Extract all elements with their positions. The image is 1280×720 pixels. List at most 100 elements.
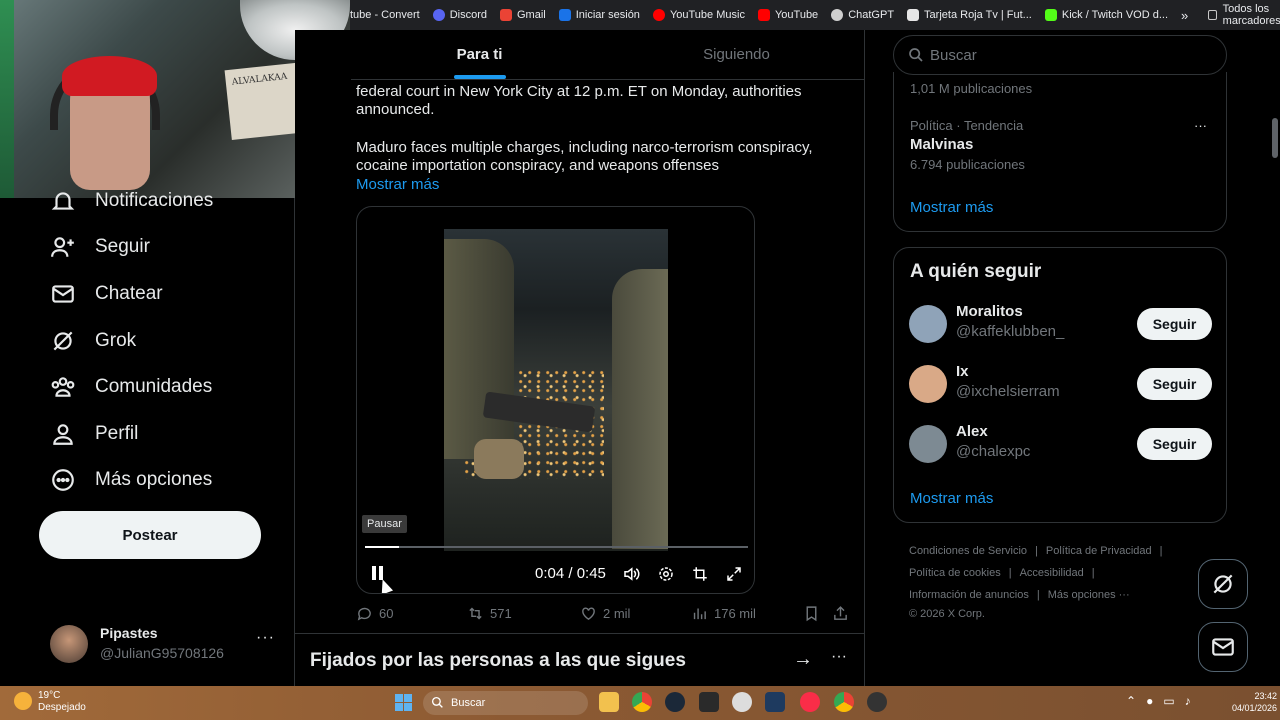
volume-icon[interactable]: ♪	[1185, 694, 1191, 708]
trend-count: 1,01 M publicaciones	[910, 81, 1033, 96]
video-player[interactable]: Pausar 0:04 / 0:45	[356, 206, 755, 594]
account-switcher[interactable]: Pipastes @JulianG95708126 ···	[50, 623, 290, 667]
clock-app-icon[interactable]	[732, 692, 752, 712]
trends-show-more[interactable]: Mostrar más	[910, 199, 993, 216]
nav-notificaciones[interactable]: Notificaciones	[50, 186, 213, 216]
reply-button[interactable]: 60	[356, 605, 393, 622]
post-button[interactable]: Postear	[39, 511, 261, 559]
weather-widget[interactable]: 19°C Despejado	[14, 690, 86, 714]
network-icon[interactable]: ▭	[1163, 694, 1174, 708]
nav-grok[interactable]: Grok	[50, 326, 136, 356]
footer-terms-link[interactable]: Condiciones de Servicio	[909, 545, 1027, 557]
post-text-line: federal court in New York City at 12 p.m…	[356, 83, 802, 100]
footer-more-link[interactable]: Más opciones ···	[1048, 589, 1130, 601]
bookmarks-overflow-button[interactable]: »	[1181, 8, 1188, 23]
steam-icon[interactable]	[665, 692, 685, 712]
arrow-right-icon[interactable]: →	[793, 648, 813, 671]
bookmark-youtube-music[interactable]: YouTube Music	[652, 9, 745, 21]
bookmarks-bar: tube - Convert Discord Gmail Iniciar ses…	[350, 0, 1280, 30]
follow-show-more[interactable]: Mostrar más	[910, 490, 993, 507]
post-text-line: cocaine importation conspiracy, and weap…	[356, 157, 719, 174]
bookmark-login[interactable]: Iniciar sesión	[558, 9, 640, 21]
kick-icon	[1044, 9, 1057, 21]
like-button[interactable]: 2 mil	[580, 605, 630, 622]
follow-suggestion[interactable]: Moralitos @kaffeklubben_ Seguir	[909, 303, 1214, 345]
nav-chatear[interactable]: Chatear	[50, 279, 163, 309]
bookmark-youtube[interactable]: YouTube	[757, 9, 818, 21]
follow-button[interactable]: Seguir	[1137, 368, 1212, 400]
pip-icon[interactable]	[691, 565, 709, 583]
chrome-icon[interactable]	[632, 692, 652, 712]
bookmark-icon[interactable]	[803, 605, 820, 622]
footer-copyright: © 2026 X Corp.	[909, 608, 985, 620]
epic-games-icon[interactable]	[699, 692, 719, 712]
follow-icon	[51, 237, 74, 257]
file-explorer-icon[interactable]	[599, 692, 619, 712]
trend-name[interactable]: Malvinas	[910, 136, 973, 153]
bookmark-convert[interactable]: tube - Convert	[350, 9, 420, 21]
system-clock[interactable]: 23:42 04/01/2026	[1232, 690, 1277, 714]
bookmark-chatgpt[interactable]: ChatGPT	[831, 9, 894, 21]
discord-icon	[432, 9, 445, 21]
nav-comunidades[interactable]: Comunidades	[50, 372, 212, 402]
footer-ads-link[interactable]: Información de anuncios	[909, 589, 1029, 601]
views-button[interactable]: 176 mil	[691, 605, 756, 622]
start-button[interactable]	[395, 694, 412, 711]
follow-suggestion[interactable]: Alex @chalexpc Seguir	[909, 423, 1214, 465]
footer-cookies-link[interactable]: Política de cookies	[909, 567, 1001, 579]
bookmark-discord[interactable]: Discord	[432, 9, 487, 21]
messages-float-button[interactable]	[1198, 622, 1248, 672]
media-player-icon[interactable]	[867, 692, 887, 712]
bookmark-tarjeta-roja[interactable]: Tarjeta Roja Tv | Fut...	[907, 9, 1032, 21]
follow-button[interactable]: Seguir	[1137, 308, 1212, 340]
pinned-more-icon[interactable]: ···	[831, 648, 847, 666]
chrome-profile-icon[interactable]	[834, 692, 854, 712]
gmail-icon	[500, 9, 512, 21]
search-input[interactable]: Buscar	[893, 35, 1227, 75]
heart-icon	[582, 607, 595, 621]
bookmark-kick[interactable]: Kick / Twitch VOD d...	[1044, 9, 1168, 21]
reply-icon	[357, 607, 371, 621]
follow-button[interactable]: Seguir	[1137, 428, 1212, 460]
post-actions: 60 571 2 mil 176 mil	[356, 605, 856, 625]
post-text-line: Maduro faces multiple charges, including…	[356, 139, 813, 156]
footer-accessibility-link[interactable]: Accesibilidad	[1020, 567, 1084, 579]
avatar	[909, 305, 947, 343]
repost-icon	[469, 607, 482, 620]
pinned-section: Fijados por las personas a las que sigue…	[295, 633, 864, 686]
fullscreen-icon[interactable]	[725, 565, 743, 583]
feed-tabs: Para ti Siguiendo	[351, 30, 864, 80]
app-icon[interactable]	[765, 692, 785, 712]
video-progress-bar[interactable]	[365, 546, 748, 548]
chevron-up-icon[interactable]: ⌃	[1126, 694, 1136, 708]
grok-float-button[interactable]	[1198, 559, 1248, 609]
video-progress-fill	[365, 546, 400, 548]
tab-para-ti[interactable]: Para ti	[351, 30, 608, 79]
share-icon[interactable]	[832, 605, 849, 622]
login-icon	[558, 9, 571, 21]
trend-more-icon[interactable]: ···	[1194, 118, 1207, 133]
settings-icon[interactable]	[657, 565, 675, 583]
follow-suggestion[interactable]: Ix @ixchelsierram Seguir	[909, 363, 1214, 405]
bookmark-gmail[interactable]: Gmail	[500, 9, 546, 21]
footer-privacy-link[interactable]: Política de Privacidad	[1046, 545, 1152, 557]
video-frame	[444, 229, 668, 551]
sun-icon	[14, 692, 32, 710]
all-bookmarks-button[interactable]: Todos los marcadores	[1208, 3, 1280, 27]
nav-perfil[interactable]: Perfil	[50, 419, 138, 449]
volume-icon[interactable]	[622, 565, 640, 583]
tab-siguiendo[interactable]: Siguiendo	[608, 30, 864, 79]
nav-seguir[interactable]: Seguir	[50, 232, 150, 262]
scrollbar-thumb[interactable]	[1272, 118, 1278, 158]
nav-mas-opciones[interactable]: Más opciones	[50, 465, 212, 495]
page-scrollbar[interactable]	[1270, 30, 1280, 686]
follow-title: A quién seguir	[910, 261, 1042, 282]
profile-icon	[53, 424, 73, 445]
microphone-icon[interactable]: ●	[1146, 694, 1153, 708]
repost-button[interactable]: 571	[467, 605, 512, 622]
show-more-link[interactable]: Mostrar más	[356, 176, 439, 193]
music-icon[interactable]	[800, 692, 820, 712]
account-more-icon[interactable]: ···	[256, 629, 275, 647]
taskbar-search[interactable]: Buscar	[423, 691, 588, 715]
folder-icon	[1208, 10, 1217, 20]
